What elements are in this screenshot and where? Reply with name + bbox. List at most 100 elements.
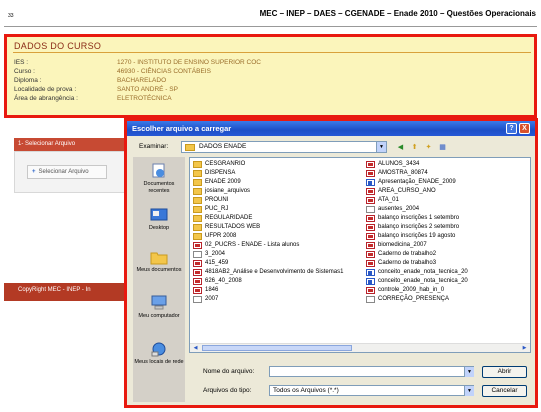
place-network[interactable]: Meus locais de rede	[133, 341, 185, 366]
file-name: Caderno de trabalho3	[378, 260, 437, 266]
file-list-item[interactable]: AMOSTRA_80874	[366, 169, 530, 178]
file-list-item[interactable]: ausentes_2004	[366, 205, 530, 214]
folder-icon	[193, 215, 202, 222]
chevron-down-icon[interactable]: ▼	[464, 367, 474, 377]
open-button[interactable]: Abrir	[482, 366, 527, 378]
file-name: DISPENSA	[205, 170, 236, 176]
file-list-item[interactable]: 3_2004	[193, 250, 363, 259]
file-list-item[interactable]: PROUNI	[193, 196, 363, 205]
word-document-icon	[366, 278, 375, 285]
file-list-item[interactable]: UFPR 2008	[193, 232, 363, 241]
select-file-button[interactable]: + Selecionar Arquivo	[27, 165, 107, 179]
file-list-item[interactable]: ATA_01	[366, 196, 530, 205]
pdf-file-icon	[366, 224, 375, 231]
scroll-right-icon[interactable]: ▶	[520, 345, 529, 351]
file-type-dropdown[interactable]: Todos os Arquivos (*.*)	[269, 385, 474, 396]
file-list-item[interactable]: 2007	[193, 295, 363, 304]
footer-copyright: CopyRight MEC - INEP - In	[18, 287, 91, 293]
word-document-icon	[366, 179, 375, 186]
file-name: UFPR 2008	[205, 233, 237, 239]
back-icon[interactable]: ◀	[395, 142, 406, 153]
course-value: SANTO ANDRÉ - SP	[117, 86, 178, 93]
help-button[interactable]: ?	[506, 123, 517, 134]
file-name: josiane_arquivos	[205, 188, 251, 194]
folder-icon	[193, 197, 202, 204]
file-name: Caderno de trabalho2	[378, 251, 437, 257]
up-folder-icon[interactable]: ⬆	[409, 142, 420, 153]
file-list-item[interactable]: PUC_RJ	[193, 205, 363, 214]
file-list-item[interactable]: 02_PUCRS - ENADE - Lista alunos	[193, 241, 363, 250]
place-label: Documentos recentes	[143, 181, 175, 194]
file-list-item[interactable]: AREA_CURSO_ANO	[366, 187, 530, 196]
file-list-item[interactable]: 1846	[193, 286, 363, 295]
file-list-item[interactable]: biomedicina_2007	[366, 241, 530, 250]
file-list-item[interactable]: RESULTADOS WEB	[193, 223, 363, 232]
cancel-button[interactable]: Cancelar	[482, 385, 527, 397]
file-list-item[interactable]: conceito_enade_nota_tecnica_20	[366, 268, 530, 277]
file-name: ausentes_2004	[378, 206, 420, 212]
view-menu-icon[interactable]: ▦	[437, 142, 448, 153]
file-list[interactable]: CESGRANRIO DISPENSA ENADE 2009 josiane_arqu…	[189, 157, 531, 353]
course-title-underline	[13, 52, 531, 53]
places-bar: Documentos recentes Desktop Meus documen…	[133, 157, 185, 402]
pdf-file-icon	[193, 278, 202, 285]
file-name: ENADE 2009	[205, 179, 241, 185]
file-list-item[interactable]: ALUNOS_3434	[366, 160, 530, 169]
course-panel-title: DADOS DO CURSO	[14, 41, 102, 51]
file-list-item[interactable]: REGULARIDADE	[193, 214, 363, 223]
pdf-file-icon	[366, 188, 375, 195]
file-list-item[interactable]: controle_2009_hab_in_0	[366, 286, 530, 295]
chevron-down-icon[interactable]: ▼	[464, 386, 474, 396]
file-list-item[interactable]: CORREÇÃO_PRESENÇA	[366, 295, 530, 304]
file-list-item[interactable]: josiane_arquivos	[193, 187, 363, 196]
file-name: 3_2004	[205, 251, 226, 257]
pdf-file-icon	[366, 161, 375, 168]
look-in-dropdown[interactable]: DADOS ENADE ▼	[181, 141, 387, 153]
file-list-item[interactable]: Caderno de trabalho2	[366, 250, 530, 259]
file-name: balanço inscrições 2 setembro	[378, 224, 460, 230]
file-name: 2007	[205, 296, 219, 302]
file-list-item[interactable]: 415_459	[193, 259, 363, 268]
file-list-item[interactable]: 626_40_2008	[193, 277, 363, 286]
dialog-title-bar[interactable]: Escolher arquivo a carregar ? X	[127, 121, 535, 136]
file-name: AMOSTRA_80874	[378, 170, 428, 176]
file-name-input[interactable]	[269, 366, 474, 377]
file-list-column-1: CESGRANRIO DISPENSA ENADE 2009 josiane_arqu…	[193, 160, 363, 304]
network-places-icon	[151, 342, 166, 357]
file-list-item[interactable]: 4818AB2_Análise e Desenvolvimento de Sis…	[193, 268, 363, 277]
file-list-item[interactable]: CESGRANRIO	[193, 160, 363, 169]
file-list-item[interactable]: balanço inscrições 1 setembro	[366, 214, 530, 223]
folder-icon	[193, 206, 202, 213]
new-folder-icon[interactable]: ✦	[423, 142, 434, 153]
folder-icon	[185, 144, 195, 151]
close-button[interactable]: X	[519, 123, 530, 134]
pdf-file-icon	[193, 287, 202, 294]
word-document-icon	[366, 269, 375, 276]
step-select-file-header: 1- Selecionar Arquivo	[14, 138, 126, 151]
place-recent-documents[interactable]: Documentos recentes	[133, 163, 185, 194]
folder-icon	[193, 161, 202, 168]
folder-icon	[193, 188, 202, 195]
place-my-documents[interactable]: Meus documentos	[133, 249, 185, 274]
text-file-icon	[193, 251, 202, 258]
file-name: conceito_enade_nota_tecnica_20	[378, 269, 468, 275]
file-list-item[interactable]: balanço inscrições 19 agosto	[366, 232, 530, 241]
scrollbar-thumb[interactable]	[202, 345, 352, 351]
file-list-item[interactable]: conceito_enade_nota_tecnica_20	[366, 277, 530, 286]
plus-icon: +	[32, 169, 36, 175]
file-list-item[interactable]: Apresentação_ENADE_2009	[366, 178, 530, 187]
place-my-computer[interactable]: Meu computador	[133, 295, 185, 320]
file-list-item[interactable]: Caderno de trabalho3	[366, 259, 530, 268]
folder-icon	[193, 179, 202, 186]
file-list-item[interactable]: DISPENSA	[193, 169, 363, 178]
chevron-down-icon[interactable]: ▼	[376, 142, 386, 152]
file-list-item[interactable]: balanço inscrições 2 setembro	[366, 223, 530, 232]
scroll-left-icon[interactable]: ◀	[191, 345, 200, 351]
course-value: ELETROTÉCNICA	[117, 95, 172, 102]
file-name: balanço inscrições 1 setembro	[378, 215, 460, 221]
place-desktop[interactable]: Desktop	[133, 207, 185, 232]
file-list-item[interactable]: ENADE 2009	[193, 178, 363, 187]
horizontal-scrollbar[interactable]: ◀ ▶	[190, 343, 530, 352]
look-in-value: DADOS ENADE	[199, 143, 247, 150]
file-name: REGULARIDADE	[205, 215, 253, 221]
